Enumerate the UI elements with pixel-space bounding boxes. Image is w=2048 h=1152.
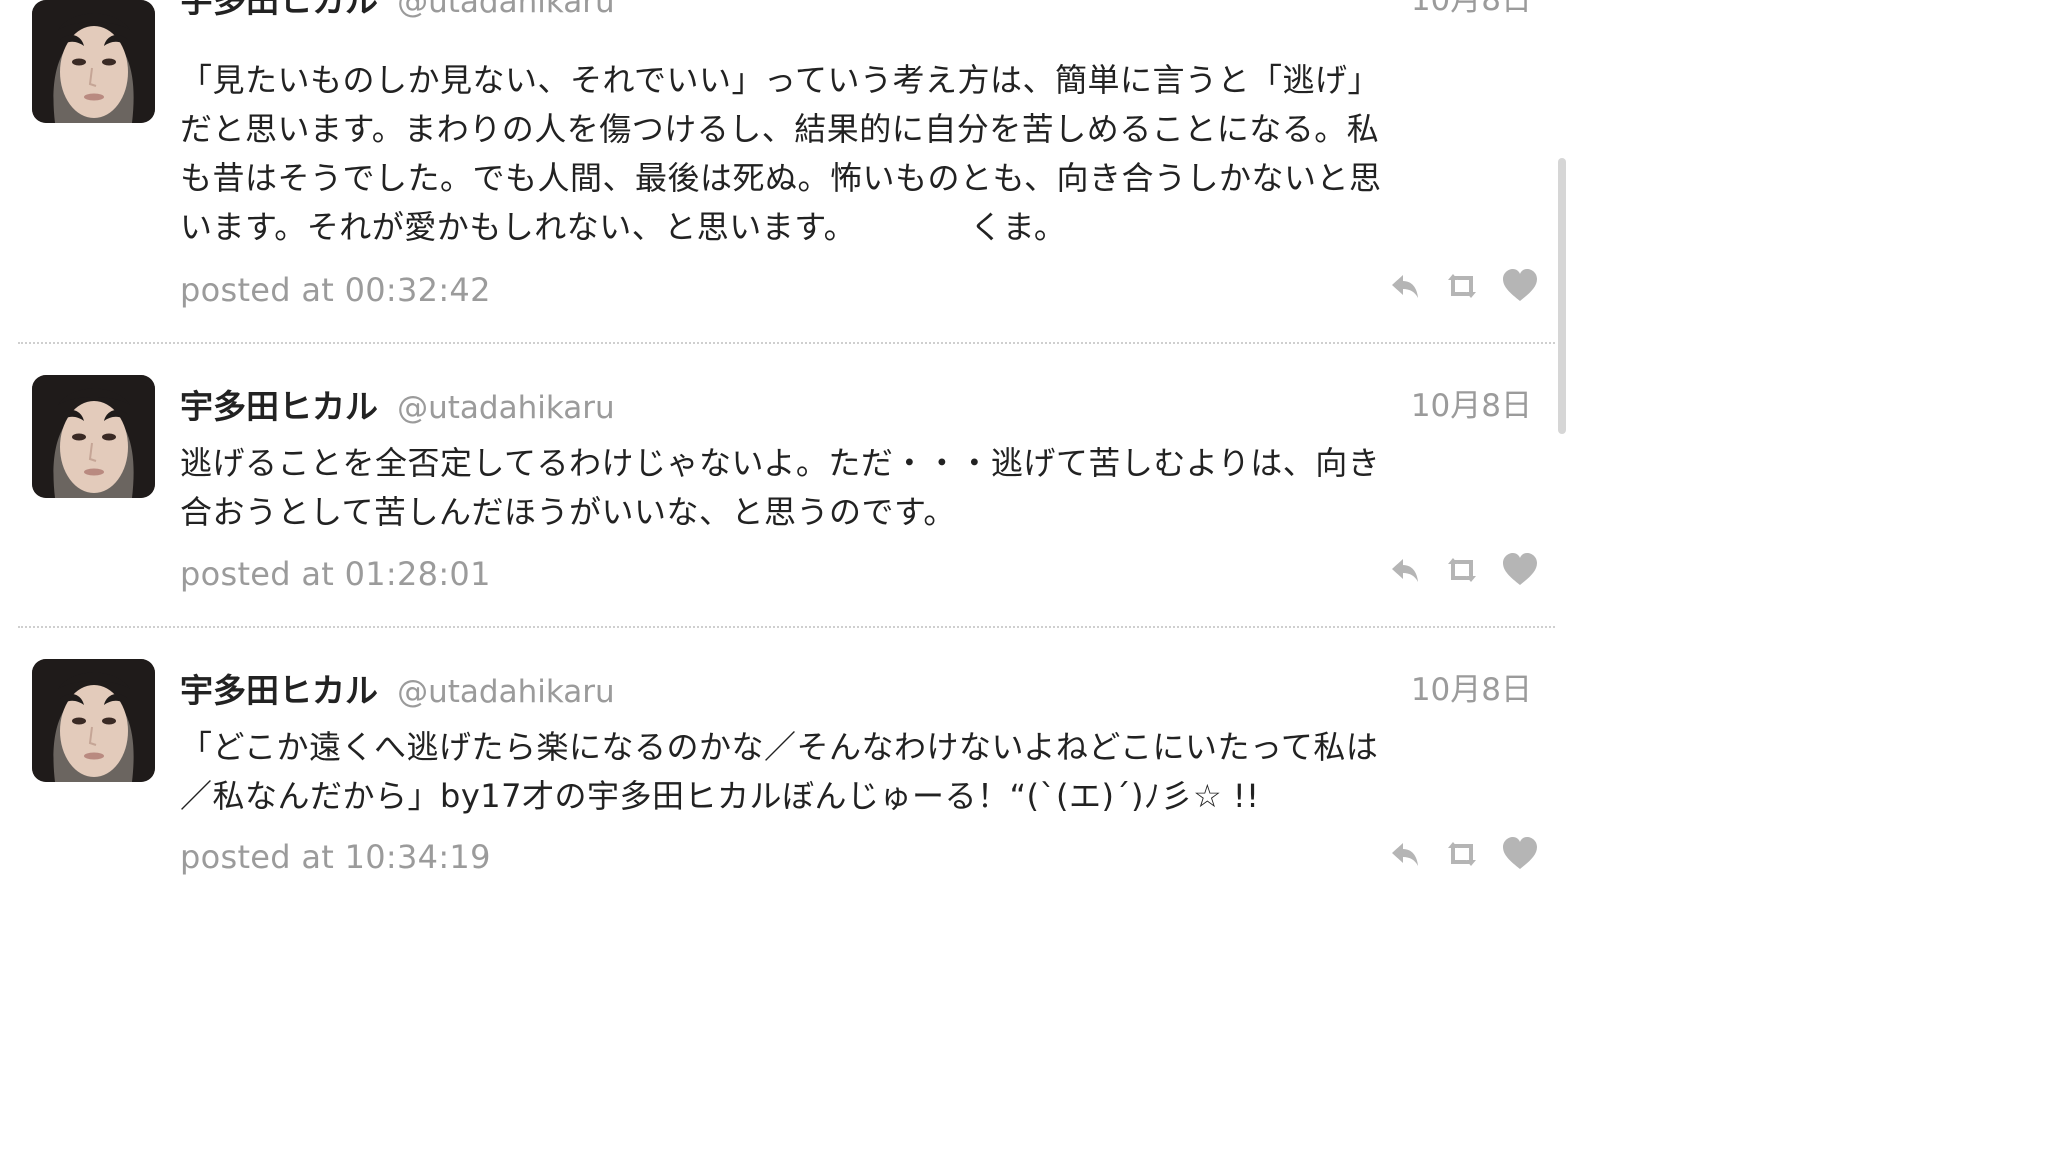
tweet-date[interactable]: 10月8日 <box>1411 664 1532 709</box>
tweet-text-line: 「どこか遠くへ逃げたら楽になるのかな／そんなわけないよねどこにいたって私は <box>180 728 1379 766</box>
avatar-image <box>32 659 155 782</box>
tweet-text-line: 「見たいものしか見ない、それでいい」っていう考え方は、簡単に言うと「逃げ」 <box>180 61 1380 99</box>
author-name[interactable]: 宇多田ヒカル <box>180 0 378 20</box>
vertical-scrollbar[interactable] <box>1556 0 1568 882</box>
posted-time[interactable]: posted at 00:32:42 <box>180 271 491 309</box>
heart-icon[interactable] <box>1500 834 1540 874</box>
reply-icon[interactable] <box>1386 834 1426 874</box>
author-name[interactable]: 宇多田ヒカル <box>180 387 378 426</box>
reply-icon[interactable] <box>1386 266 1426 306</box>
author-handle[interactable]: @utadahikaru <box>397 674 615 710</box>
tweet-text-line: も昔はそうでした。でも人間、最後は死ぬ。怖いものとも、向き合うしかないと思 <box>180 159 1382 197</box>
retweet-icon[interactable] <box>1442 834 1482 874</box>
tweet-header: 宇多田ヒカル @utadahikaru 10月8日 <box>180 664 1532 710</box>
tweet-text: 「どこか遠くへ逃げたら楽になるのかな／そんなわけないよねどこにいたって私は ／私… <box>180 723 1520 821</box>
retweet-icon[interactable] <box>1442 266 1482 306</box>
tweet-item: 宇多田ヒカル @utadahikaru 10月8日 逃げることを全否定してるわけ… <box>0 344 1556 628</box>
heart-icon[interactable] <box>1500 550 1540 590</box>
avatar[interactable] <box>32 0 155 123</box>
posted-time[interactable]: posted at 10:34:19 <box>180 838 491 876</box>
tweet-item: 宇多田ヒカル @utadahikaru 10月8日 「見たいものしか見ない、それ… <box>0 0 1556 344</box>
avatar[interactable] <box>32 659 155 782</box>
tweet-actions <box>1386 834 1537 874</box>
tweet-header: 宇多田ヒカル @utadahikaru 10月8日 <box>180 0 1532 20</box>
tweet-text-line: います。それが愛かもしれない、と思います。 くま。 <box>180 208 1067 246</box>
tweet-text-line: だと思います。まわりの人を傷つけるし、結果的に自分を苦しめることになる。私 <box>180 110 1380 148</box>
author-handle[interactable]: @utadahikaru <box>397 390 615 426</box>
author-handle[interactable]: @utadahikaru <box>397 0 615 20</box>
tweet-text-line: 逃げることを全否定してるわけじゃないよ。ただ・・・逃げて苦しむよりは、向き <box>180 444 1381 482</box>
avatar-image <box>32 375 155 498</box>
avatar[interactable] <box>32 375 155 498</box>
tweet-date[interactable]: 10月8日 <box>1411 380 1532 425</box>
tweet-text-line: ／私なんだから」by17才の宇多田ヒカルぼんじゅーる！“(`(エ)´)ﾉ彡☆ !… <box>180 777 1260 815</box>
tweet-item: 宇多田ヒカル @utadahikaru 10月8日 「どこか遠くへ逃げたら楽にな… <box>0 628 1556 882</box>
tweet-actions <box>1386 550 1537 590</box>
tweet-header: 宇多田ヒカル @utadahikaru 10月8日 <box>180 380 1532 426</box>
scrollbar-thumb[interactable] <box>1558 158 1566 434</box>
posted-time[interactable]: posted at 01:28:01 <box>180 555 491 593</box>
avatar-image <box>32 0 155 123</box>
retweet-icon[interactable] <box>1442 550 1482 590</box>
reply-icon[interactable] <box>1386 550 1426 590</box>
heart-icon[interactable] <box>1500 266 1540 306</box>
tweet-text-line: 合おうとして苦しんだほうがいいな、と思うのです。 <box>180 493 956 531</box>
tweet-date[interactable]: 10月8日 <box>1411 0 1532 19</box>
tweet-actions <box>1386 266 1537 306</box>
tweet-timeline: 宇多田ヒカル @utadahikaru 10月8日 「見たいものしか見ない、それ… <box>0 0 1568 882</box>
author-name[interactable]: 宇多田ヒカル <box>180 671 378 710</box>
tweet-text: 逃げることを全否定してるわけじゃないよ。ただ・・・逃げて苦しむよりは、向き 合お… <box>180 439 1520 537</box>
tweet-text: 「見たいものしか見ない、それでいい」っていう考え方は、簡単に言うと「逃げ」 だと… <box>180 56 1520 252</box>
